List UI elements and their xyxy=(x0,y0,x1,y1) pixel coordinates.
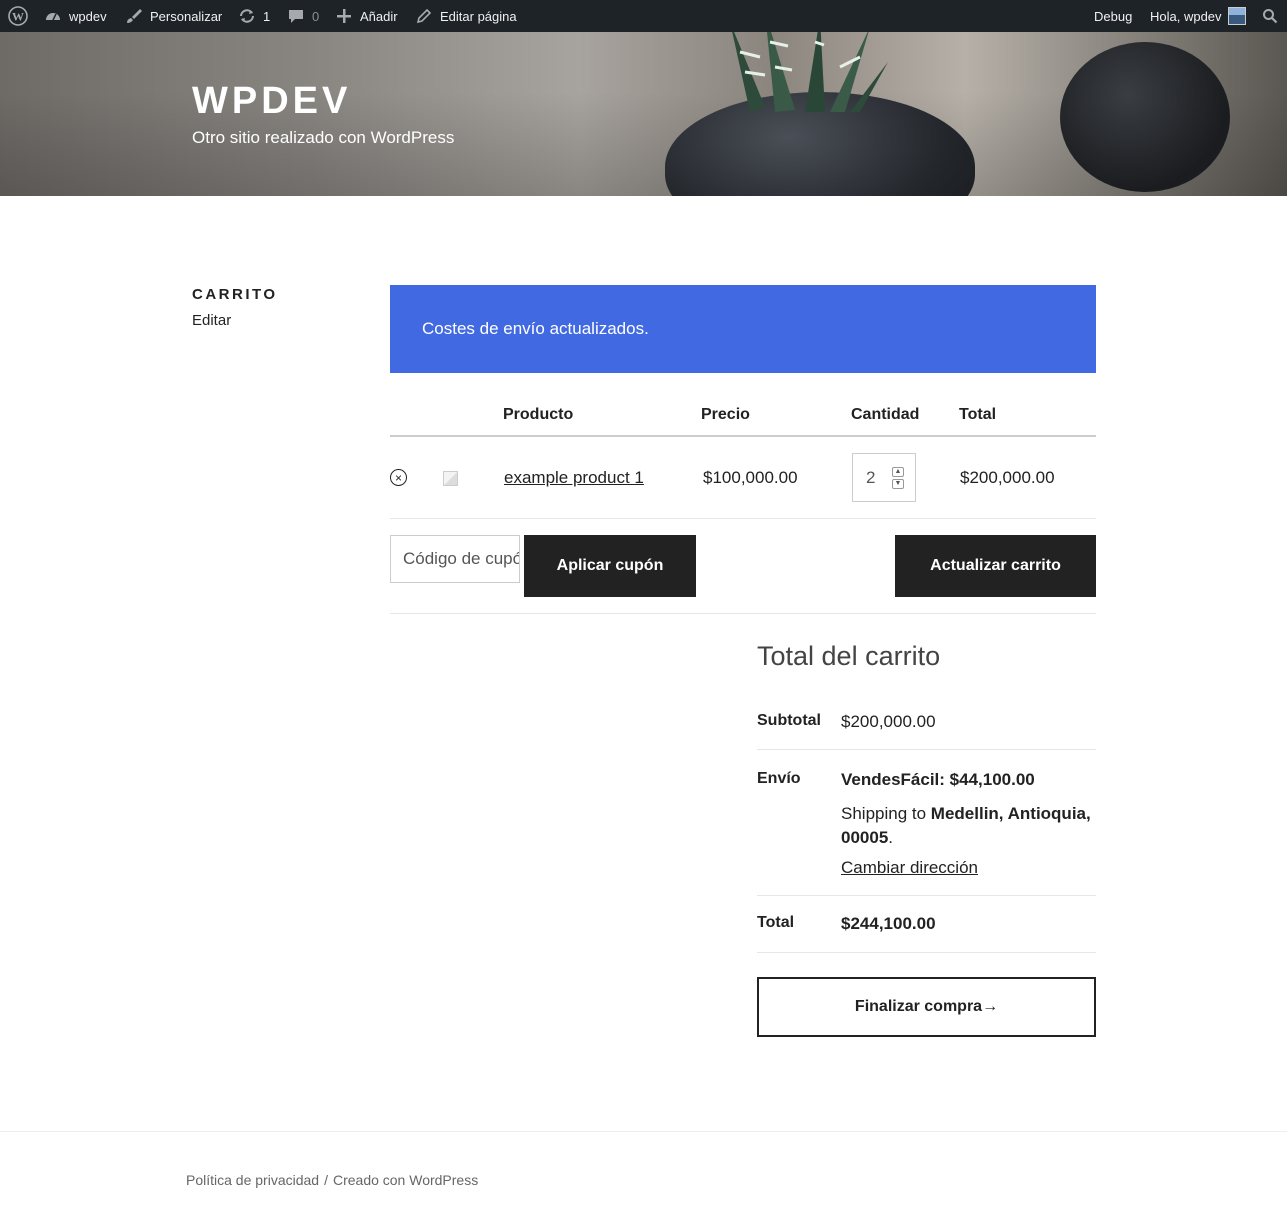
order-total-value: $244,100.00 xyxy=(841,914,936,933)
site-footer: Política de privacidad / Creado con Word… xyxy=(186,1172,478,1188)
avatar xyxy=(1227,7,1246,25)
table-row: × example product 1 $100,000.00 2 ▲ ▼ $2… xyxy=(390,437,1096,519)
spin-down-icon[interactable]: ▼ xyxy=(892,479,904,489)
admin-comments-count: 0 xyxy=(312,8,320,24)
page-title: CARRITO xyxy=(192,286,278,303)
admin-add-new-label: Añadir xyxy=(360,8,398,24)
privacy-policy-link[interactable]: Política de privacidad xyxy=(186,1172,319,1188)
admin-site-link[interactable]: wpdev xyxy=(43,0,107,32)
change-address-link[interactable]: Cambiar dirección xyxy=(841,858,978,878)
site-tagline: Otro sitio realizado con WordPress xyxy=(192,128,455,147)
column-product: Producto xyxy=(503,406,574,423)
admin-add-new-link[interactable]: Añadir xyxy=(334,0,398,32)
admin-updates-count: 1 xyxy=(263,8,271,24)
shipping-destination: Shipping to Medellin, Antioquia, 00005. xyxy=(841,802,1096,850)
line-total: $200,000.00 xyxy=(960,468,1055,487)
subtotal-label: Subtotal xyxy=(757,712,821,729)
admin-debug-label: Debug xyxy=(1094,8,1133,24)
admin-bar: W wpdev Personalizar 1 0 Añadir Editar p… xyxy=(0,0,1287,32)
header-image-pot-background xyxy=(1060,42,1230,192)
admin-account-link[interactable]: Hola, wpdev xyxy=(1150,0,1246,32)
quantity-value[interactable]: 2 xyxy=(866,468,875,488)
coupon-code-input[interactable]: Código de cupón xyxy=(390,535,520,583)
divider xyxy=(757,749,1096,750)
subtotal-value: $200,000.00 xyxy=(841,712,936,731)
shipping-to-suffix: . xyxy=(888,828,894,847)
powered-by-link[interactable]: Creado con WordPress xyxy=(333,1172,478,1188)
column-total: Total xyxy=(959,406,997,423)
shipping-updated-notice: Costes de envío actualizados. xyxy=(390,285,1096,373)
remove-item-icon[interactable]: × xyxy=(390,469,407,486)
update-cart-button[interactable]: Actualizar carrito xyxy=(895,535,1096,597)
admin-edit-page-link[interactable]: Editar página xyxy=(414,0,517,32)
admin-customize-label: Personalizar xyxy=(150,8,223,24)
cart-totals-title: Total del carrito xyxy=(757,641,941,671)
product-price: $100,000.00 xyxy=(703,468,798,487)
checkout-button[interactable]: Finalizar compra→ xyxy=(757,977,1096,1037)
dashboard-icon xyxy=(43,6,63,26)
admin-edit-page-label: Editar página xyxy=(440,8,517,24)
apply-coupon-button[interactable]: Aplicar cupón xyxy=(524,535,696,597)
wordpress-logo-icon[interactable]: W xyxy=(8,0,28,32)
comment-icon xyxy=(286,6,306,26)
shipping-to-prefix: Shipping to xyxy=(841,804,931,823)
admin-debug-link[interactable]: Debug xyxy=(1094,0,1132,32)
product-thumbnail-placeholder-icon[interactable] xyxy=(443,471,458,486)
plus-icon xyxy=(334,6,354,26)
product-name-link[interactable]: example product 1 xyxy=(504,468,644,488)
svg-text:W: W xyxy=(12,10,24,24)
spin-up-icon[interactable]: ▲ xyxy=(892,467,904,477)
cart-table-header: Producto Precio Cantidad Total xyxy=(390,395,1096,437)
header-image-plant xyxy=(732,32,888,112)
admin-greeting: Hola, wpdev xyxy=(1150,8,1222,24)
admin-site-name: wpdev xyxy=(69,8,107,24)
site-header: WPDEV Otro sitio realizado con WordPress xyxy=(0,32,1287,196)
site-title[interactable]: WPDEV xyxy=(192,80,351,123)
quantity-stepper[interactable]: 2 ▲ ▼ xyxy=(852,453,916,502)
divider xyxy=(390,613,1096,614)
quantity-spinner[interactable]: ▲ ▼ xyxy=(892,467,904,489)
notice-text: Costes de envío actualizados. xyxy=(422,319,649,338)
admin-search-icon[interactable] xyxy=(1262,0,1278,32)
admin-comments-link[interactable]: 0 xyxy=(286,0,319,32)
divider xyxy=(757,895,1096,896)
shipping-label: Envío xyxy=(757,770,801,787)
paintbrush-icon xyxy=(124,6,144,26)
admin-customize-link[interactable]: Personalizar xyxy=(124,0,222,32)
updates-icon xyxy=(237,6,257,26)
total-label: Total xyxy=(757,914,795,931)
pencil-icon xyxy=(414,6,434,26)
column-quantity: Cantidad xyxy=(851,406,920,423)
shipping-method: VendesFácil: $44,100.00 xyxy=(841,770,1035,789)
admin-updates-link[interactable]: 1 xyxy=(237,0,270,32)
footer-divider xyxy=(0,1131,1287,1132)
divider xyxy=(757,952,1096,953)
edit-page-link[interactable]: Editar xyxy=(192,312,231,329)
footer-separator: / xyxy=(324,1172,328,1188)
column-price: Precio xyxy=(701,406,750,423)
